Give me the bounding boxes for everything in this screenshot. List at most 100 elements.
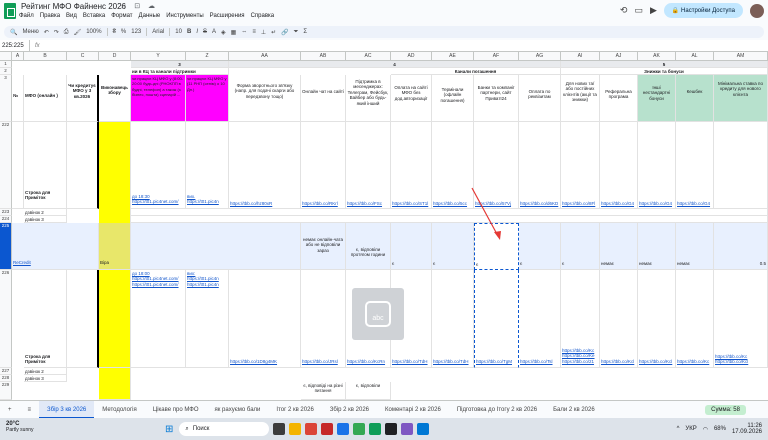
bold-icon[interactable]: B [187, 29, 191, 35]
weather-widget[interactable]: 20°C Partly sunny [6, 421, 34, 433]
cell-am226[interactable]: https://tbb.co/Kc https://tbb.co/Kcl [714, 270, 768, 368]
menu-view[interactable]: Вид [66, 13, 77, 19]
video-icon[interactable]: ▶ [650, 5, 657, 16]
merge-icon[interactable]: ⇔ [241, 29, 247, 35]
cell-y222[interactable]: до 18:30 https://t01.pic4net.com/ [131, 122, 186, 209]
taskview-icon[interactable] [273, 423, 286, 435]
spreadsheet-grid[interactable]: A B C D Y Z AA AB AC AD AE AF AG AI AJ A… [0, 52, 768, 400]
valign-icon[interactable]: ⊥ [261, 29, 266, 36]
tab-itog-2[interactable]: Ітог 2 кв 2026 [268, 401, 321, 419]
cell-ab226[interactable]: https://tbb.co/JRsl [301, 270, 346, 368]
app-purple-icon[interactable] [401, 423, 414, 435]
row-header-227[interactable]: 227 [0, 368, 12, 375]
cell-b223[interactable]: дзвінок 2 [24, 209, 67, 216]
row-header-229[interactable]: 229 [0, 382, 12, 400]
header-ai[interactable]: Для нових та/або постійних клієнтів (акц… [561, 75, 600, 122]
row-header-2[interactable]: 2 [0, 68, 12, 75]
cell-b228[interactable]: дзвінок 3 [24, 375, 67, 382]
menu-format[interactable]: Формат [111, 13, 132, 19]
cell-c226[interactable] [67, 270, 99, 368]
comment-icon[interactable]: ▭ [634, 5, 643, 16]
app-red-icon[interactable] [305, 423, 318, 435]
cell-al222[interactable]: https://tbb.co/G4 [676, 122, 714, 209]
menu-insert[interactable]: Вставка [83, 13, 105, 19]
cell-y226[interactable]: до 18:00 https://t01.pic4net.com/ https:… [131, 270, 186, 368]
tab-prep-2[interactable]: Підготовка до Ітогу 2 кв 2026 [449, 401, 545, 419]
header-ad[interactable]: Оплата на сайті МФО без дод.авторизації [391, 75, 432, 122]
header-ae[interactable]: Термінали (офлайн погашення) [432, 75, 474, 122]
cell-c222[interactable] [67, 122, 99, 209]
tab-sbir-2[interactable]: Збір 2 кв 2026 [322, 401, 377, 419]
wrap-icon[interactable]: ↵ [271, 29, 276, 36]
cell-a222[interactable] [12, 122, 24, 209]
col-header-ae[interactable]: AE [432, 52, 474, 61]
header-aj[interactable]: Реферальна програма [600, 75, 638, 122]
col-header-ab[interactable]: AB [301, 52, 346, 61]
cell-ac229[interactable]: є, відповіли [346, 382, 391, 400]
all-sheets-icon[interactable]: ≡ [20, 401, 40, 419]
cell-aa226[interactable]: https://tbb.co/1D8g4MK [229, 270, 301, 368]
cell-am225[interactable]: 0.5 [714, 223, 768, 270]
cell-ab225[interactable]: немає онлайн-чата або не відповіли зараз [301, 223, 346, 270]
redo-icon[interactable]: ↷ [54, 29, 59, 36]
row-223-cells[interactable] [131, 209, 768, 216]
sheets-app-icon[interactable] [369, 423, 382, 435]
zoom-select[interactable]: 100% [86, 29, 101, 35]
tab-sbir-3[interactable]: Збір 3 кв 2026 [39, 400, 95, 419]
col-header-d[interactable]: D [99, 52, 131, 61]
section-bonus[interactable]: Знижки та бонуси [561, 68, 768, 75]
col-header-a[interactable]: A [12, 52, 24, 61]
battery-label[interactable]: 68% [714, 426, 726, 432]
row-header-222[interactable]: 222 [0, 122, 12, 209]
text-color-icon[interactable]: A [212, 29, 216, 35]
cell-b222[interactable]: Строка для Приміток [24, 122, 67, 209]
col-header-af[interactable]: AF [474, 52, 519, 61]
row-header-226[interactable]: 226 [0, 270, 12, 368]
col-header-ac[interactable]: AC [346, 52, 391, 61]
header-y-pink[interactable]: чи працює КЦ МФО у (8:00-20:00 будь-дні … [131, 75, 186, 122]
menu-extensions[interactable]: Расширения [210, 13, 245, 19]
cell-d227-yellow[interactable] [99, 368, 131, 400]
col-header-am[interactable]: AM [714, 52, 768, 61]
cell-ag225[interactable]: є [519, 223, 561, 270]
taskbar-search[interactable]: ⌕ Поиск [179, 422, 270, 436]
edge-icon[interactable] [337, 423, 350, 435]
currency-icon[interactable]: ₴ [113, 29, 116, 35]
col-header-c[interactable]: C [67, 52, 99, 61]
col-header-ag[interactable]: AG [519, 52, 561, 61]
menu-file[interactable]: Файл [19, 13, 34, 19]
row-224-cells[interactable] [131, 216, 768, 223]
chrome-icon[interactable] [353, 423, 366, 435]
cell-al225[interactable]: немає [676, 223, 714, 270]
undo-icon[interactable]: ↶ [44, 29, 49, 36]
explorer-icon[interactable] [289, 423, 302, 435]
start-icon[interactable]: ⊞ [165, 424, 173, 435]
tray-chevron-icon[interactable]: ^ [677, 426, 680, 432]
menu-search[interactable]: Меню [22, 29, 38, 35]
menu-edit[interactable]: Правка [40, 13, 60, 19]
row-header-223[interactable]: 223 [0, 209, 12, 216]
lang-indicator[interactable]: УКР [685, 426, 696, 432]
link-icon[interactable]: 🔗 [281, 29, 288, 36]
row-header-3[interactable]: 3 [0, 75, 12, 122]
paint-format-icon[interactable]: 🖌 [74, 29, 82, 36]
share-button[interactable]: 🔒 Настройки Доступа [663, 3, 743, 18]
cell-aa222[interactable]: https://tbb.co/hz80xR [229, 122, 301, 209]
cell-ab222[interactable]: https://tbb.co/RKrl [301, 122, 346, 209]
header-z-pink[interactable]: чи працює КЦ МФО у (11 РНП (сенім) о 10 … [186, 75, 229, 122]
cell-ai225[interactable]: є [561, 223, 600, 270]
cell-aj225[interactable]: немає [600, 223, 638, 270]
section-number-4[interactable]: 4 [229, 61, 561, 68]
col-header-ak[interactable]: AK [638, 52, 676, 61]
cell-b224[interactable]: дзвінок 3 [24, 216, 67, 223]
cell-ak226[interactable]: https://tbb.co/Kcl [638, 270, 676, 368]
header-ab[interactable]: Онлайн чат на сайті [301, 75, 346, 122]
history-icon[interactable]: ⟲ [620, 5, 628, 16]
font-select[interactable]: Arial [152, 29, 164, 35]
cell-ac222[interactable]: https://tbb.co/FSc [346, 122, 391, 209]
cell-d226-yellow[interactable] [99, 270, 131, 368]
section-number-3[interactable]: 3 [131, 61, 229, 68]
header-al[interactable]: Кешбек [676, 75, 714, 122]
cell-ad222[interactable]: https://tbb.co/ST1l [391, 122, 432, 209]
wifi-icon[interactable]: ◠ [703, 426, 708, 433]
